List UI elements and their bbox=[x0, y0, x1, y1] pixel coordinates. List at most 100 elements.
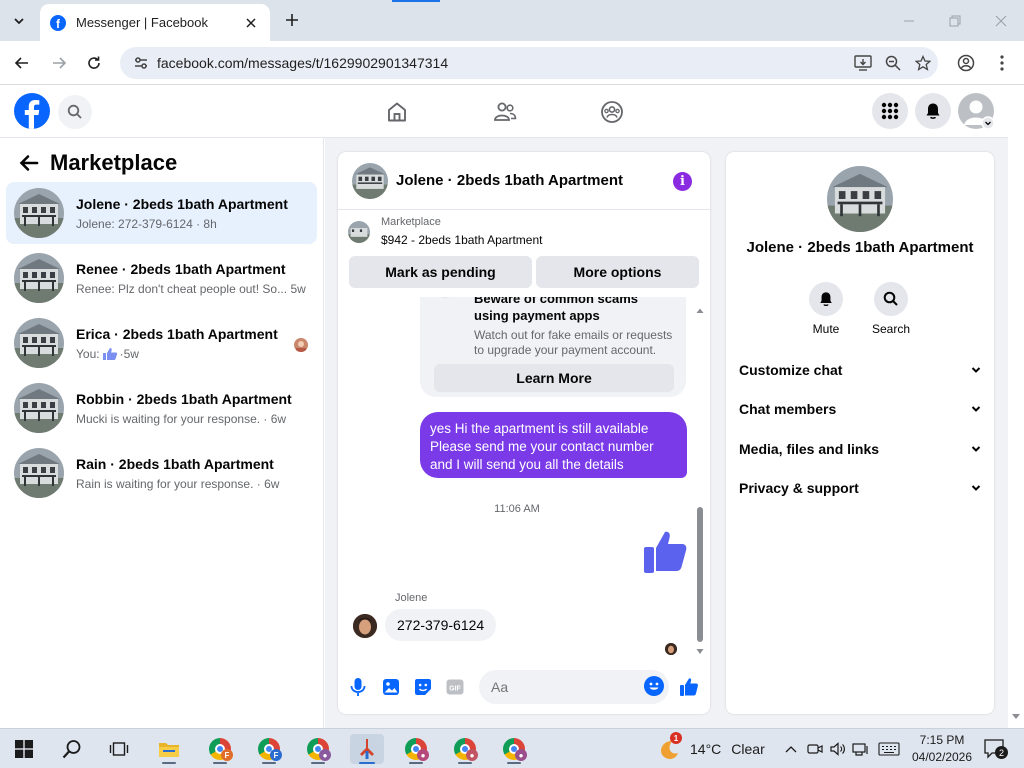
keyboard-button[interactable] bbox=[877, 740, 901, 758]
sticker-button[interactable] bbox=[412, 676, 434, 698]
conversation-item-renee[interactable]: Renee · 2beds 1bath Apartment Renee: Plz… bbox=[6, 247, 317, 309]
back-arrow-icon[interactable] bbox=[18, 152, 40, 174]
incoming-message[interactable]: 272-379-6124 bbox=[385, 609, 497, 641]
restore-button[interactable] bbox=[932, 0, 978, 41]
nav-groups[interactable] bbox=[595, 96, 629, 128]
more-options-button[interactable]: More options bbox=[536, 256, 699, 288]
conversation-item-jolene[interactable]: Jolene · 2beds 1bath Apartment Jolene: 2… bbox=[6, 182, 317, 244]
page-scrollbar[interactable] bbox=[1008, 86, 1024, 728]
menu-button[interactable] bbox=[872, 93, 908, 129]
search-icon bbox=[874, 282, 908, 316]
privacy-support-section[interactable]: Privacy & support bbox=[739, 471, 981, 505]
conversation-item-robbin[interactable]: Robbin · 2beds 1bath Apartment Mucki is … bbox=[6, 377, 317, 439]
conversation-name: Jolene · 2beds 1bath Apartment bbox=[76, 195, 288, 212]
chat-scrollbar[interactable] bbox=[696, 307, 704, 657]
conversation-preview: Mucki is waiting for your response. · 6w bbox=[76, 411, 287, 426]
conversation-name: Robbin · 2beds 1bath Apartment bbox=[76, 390, 292, 407]
running-indicator bbox=[458, 762, 472, 764]
browser-tab[interactable]: f Messenger | Facebook bbox=[40, 4, 270, 41]
network-button[interactable] bbox=[852, 740, 870, 758]
info-icon[interactable]: i bbox=[673, 172, 692, 191]
file-explorer-button[interactable] bbox=[152, 734, 186, 764]
site-info-button[interactable] bbox=[130, 52, 152, 74]
chat-avatar[interactable] bbox=[352, 162, 388, 199]
address-bar[interactable]: facebook.com/messages/t/1629902901347314 bbox=[120, 47, 938, 79]
profile-badge-icon: ● bbox=[466, 749, 478, 761]
chrome-profile-4-button[interactable]: ● bbox=[399, 734, 433, 764]
customize-chat-section[interactable]: Customize chat bbox=[739, 353, 981, 387]
chevron-down-icon bbox=[971, 485, 981, 491]
task-view-icon bbox=[109, 742, 129, 756]
show-hidden-icons-button[interactable] bbox=[782, 740, 800, 758]
nav-friends[interactable] bbox=[488, 96, 522, 128]
start-button[interactable] bbox=[7, 734, 41, 764]
minimize-button[interactable] bbox=[886, 0, 932, 41]
emoji-button[interactable] bbox=[644, 676, 664, 696]
profile-badge-icon: F bbox=[270, 749, 282, 761]
chrome-profile-6-button[interactable]: ● bbox=[497, 734, 531, 764]
mute-button[interactable]: Mute bbox=[801, 282, 851, 336]
listing-summary[interactable]: Marketplace $942 - 2beds 1bath Apartment bbox=[348, 216, 542, 247]
weather-condition: Clear bbox=[731, 741, 765, 757]
message-input[interactable] bbox=[479, 670, 669, 704]
task-view-button[interactable] bbox=[102, 734, 136, 764]
conversation-item-erica[interactable]: Erica · 2beds 1bath Apartment You: · 5w bbox=[6, 312, 317, 374]
system-clock[interactable]: 7:15 PM 04/02/2026 bbox=[902, 732, 982, 766]
volume-button[interactable] bbox=[829, 740, 847, 758]
mark-as-pending-button[interactable]: Mark as pending bbox=[349, 256, 532, 288]
chat-members-section[interactable]: Chat members bbox=[739, 392, 981, 426]
chrome-profile-2-button[interactable]: F bbox=[252, 734, 286, 764]
taskbar-search-button[interactable] bbox=[55, 734, 89, 764]
chrome-profile-3-button[interactable]: ● bbox=[301, 734, 335, 764]
scam-warning-card: Beware of common scams using payment app… bbox=[420, 297, 686, 397]
sender-avatar[interactable] bbox=[353, 614, 377, 638]
browser-menu-button[interactable] bbox=[989, 50, 1015, 76]
profile-button[interactable] bbox=[953, 50, 979, 76]
facebook-logo-icon[interactable] bbox=[14, 93, 50, 129]
marketplace-title: Marketplace bbox=[50, 150, 178, 175]
app-grid-icon bbox=[881, 102, 899, 120]
attach-photo-button[interactable] bbox=[380, 676, 402, 698]
notifications-button[interactable] bbox=[915, 93, 951, 129]
gif-button[interactable]: GIF bbox=[444, 676, 466, 698]
back-button[interactable] bbox=[9, 50, 35, 76]
url-text[interactable]: facebook.com/messages/t/1629902901347314 bbox=[157, 55, 848, 71]
forward-button[interactable] bbox=[46, 50, 72, 76]
weather-widget[interactable]: 1 14°C Clear bbox=[658, 732, 765, 760]
reload-button[interactable] bbox=[81, 50, 107, 76]
chrome-profile-5-button[interactable]: ● bbox=[448, 734, 482, 764]
tab-close-button[interactable] bbox=[242, 14, 260, 32]
chat-title[interactable]: Jolene · 2beds 1bath Apartment bbox=[396, 172, 623, 189]
search-in-conversation-button[interactable]: Search bbox=[866, 282, 916, 336]
restore-icon bbox=[949, 15, 961, 26]
media-files-links-section[interactable]: Media, files and links bbox=[739, 432, 981, 466]
details-avatar[interactable] bbox=[827, 166, 893, 232]
tab-search-button[interactable] bbox=[6, 8, 32, 34]
bookmark-button[interactable] bbox=[908, 48, 938, 78]
bell-icon bbox=[926, 103, 940, 119]
scam-warning-heading: Beware of common scams using payment app… bbox=[474, 297, 639, 323]
conversation-item-rain[interactable]: Rain · 2beds 1bath Apartment Rain is wai… bbox=[6, 442, 317, 504]
section-label: Media, files and links bbox=[739, 441, 880, 457]
thumbs-up-sticker-icon[interactable] bbox=[642, 529, 690, 577]
outgoing-message[interactable]: yes Hi the apartment is still available … bbox=[420, 412, 687, 478]
zoom-button[interactable] bbox=[878, 48, 908, 78]
gif-icon: GIF bbox=[446, 679, 464, 695]
new-tab-button[interactable] bbox=[282, 10, 302, 30]
install-app-button[interactable] bbox=[848, 48, 878, 78]
folder-icon bbox=[159, 743, 179, 757]
voice-clip-button[interactable] bbox=[347, 676, 369, 698]
read-receipt-avatar bbox=[294, 338, 308, 352]
chrome-profile-1-button[interactable]: F bbox=[203, 734, 237, 764]
meet-now-button[interactable] bbox=[806, 740, 824, 758]
learn-more-button[interactable]: Learn More bbox=[434, 364, 674, 392]
send-like-button[interactable] bbox=[678, 676, 700, 698]
active-app-button[interactable] bbox=[350, 734, 384, 764]
notification-center-button[interactable]: 2 bbox=[983, 738, 1008, 760]
window-close-button[interactable] bbox=[978, 0, 1024, 41]
account-avatar[interactable] bbox=[958, 93, 994, 129]
nav-home[interactable] bbox=[380, 96, 414, 128]
chevron-down-icon bbox=[14, 18, 24, 25]
home-icon bbox=[388, 102, 406, 122]
facebook-search-button[interactable] bbox=[58, 95, 92, 129]
